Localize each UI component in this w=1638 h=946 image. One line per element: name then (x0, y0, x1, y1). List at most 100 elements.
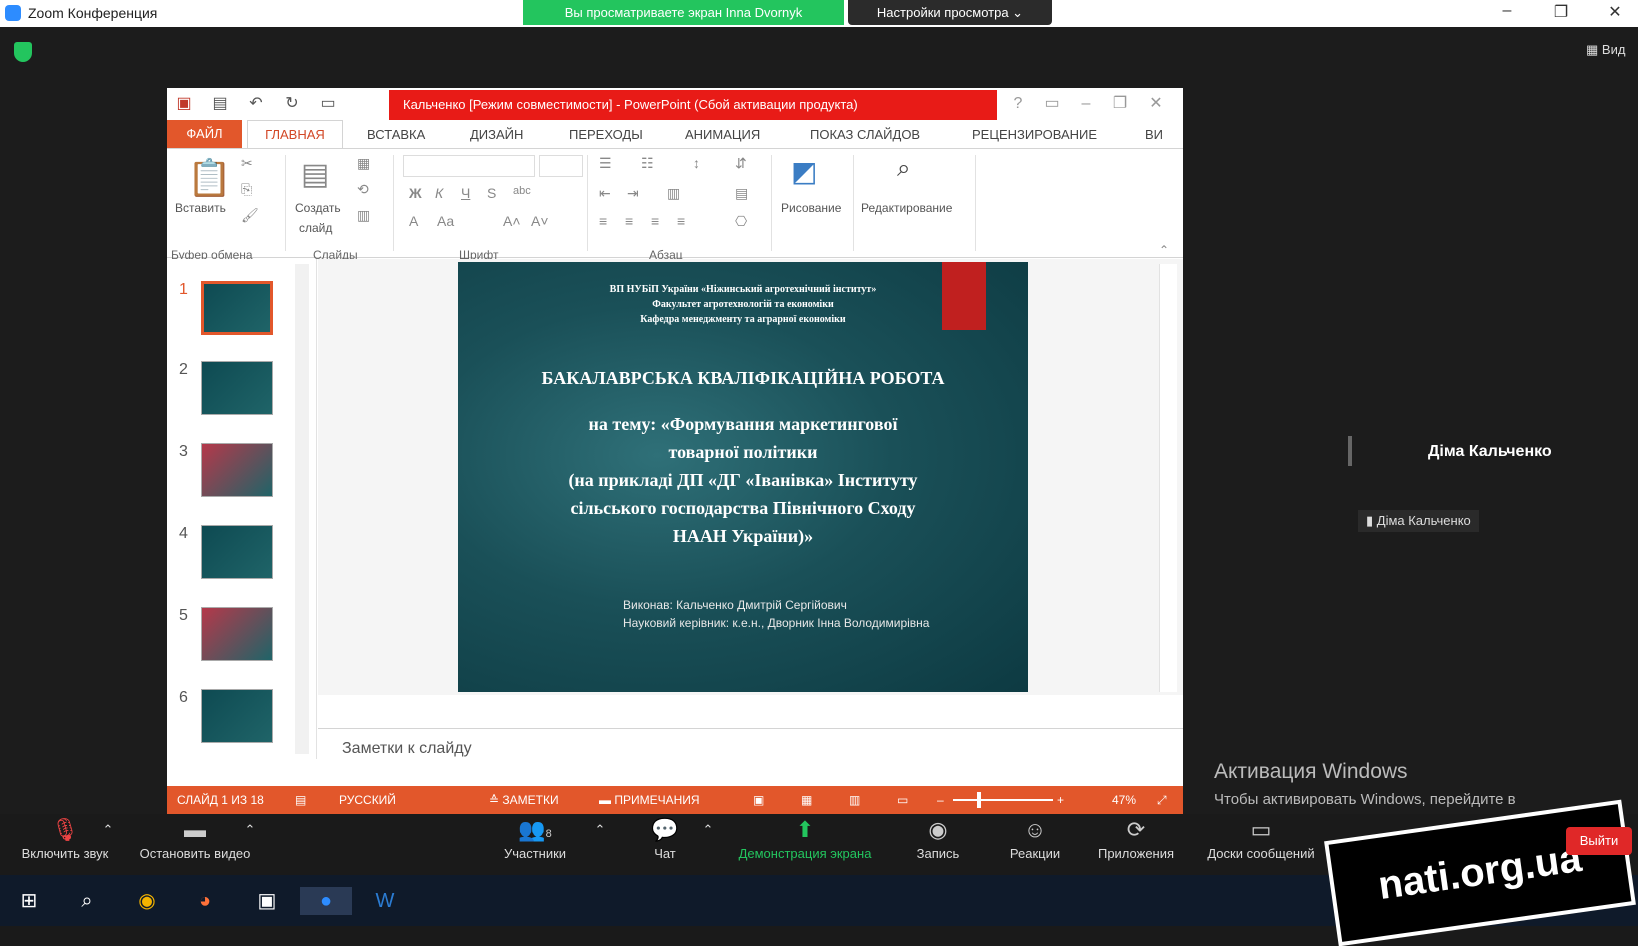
reset-icon[interactable]: ⟲ (357, 181, 369, 198)
thumbnail-scrollbar[interactable] (295, 264, 309, 754)
view-button[interactable]: ▦ Вид (1586, 42, 1625, 58)
comments-button[interactable]: ▬ ПРИМЕЧАНИЯ (599, 793, 700, 807)
bold-icon[interactable]: Ж (409, 185, 422, 201)
tab-file[interactable]: ФАЙЛ (167, 120, 242, 148)
copy-icon[interactable]: ⎘ (241, 181, 252, 198)
slide-thumbnail[interactable] (201, 525, 273, 579)
language-status[interactable]: РУССКИЙ (339, 793, 396, 807)
italic-icon[interactable]: К (435, 185, 443, 201)
shadow-icon[interactable]: S (487, 185, 496, 201)
teams-icon[interactable]: ▣ (252, 887, 282, 915)
collapse-ribbon-icon[interactable]: ⌃ (1159, 243, 1169, 257)
reading-view-icon[interactable]: ▥ (849, 793, 860, 807)
tab-design[interactable]: ДИЗАЙН (470, 127, 523, 142)
search-icon[interactable]: ⌕ (72, 887, 102, 915)
view-settings-button[interactable]: Настройки просмотра ⌄ (848, 0, 1052, 25)
restore-icon[interactable]: ❐ (1546, 2, 1576, 22)
smartart-icon[interactable]: ⎔ (735, 213, 747, 230)
windows-start-icon[interactable]: ⊞ (14, 887, 44, 915)
share-screen-button[interactable]: ⬆ Демонстрация экрана (730, 814, 880, 861)
drawing-icon[interactable]: ◩ (791, 155, 817, 188)
whiteboards-button[interactable]: ▭ Доски сообщений (1196, 814, 1326, 861)
font-color-icon[interactable]: A (409, 213, 418, 229)
create-slide-label-2[interactable]: слайд (299, 221, 332, 235)
align-right-icon[interactable]: ≡ (651, 213, 659, 229)
slide-sorter-icon[interactable]: ▦ (801, 793, 812, 807)
format-painter-icon[interactable]: 🖌 (241, 207, 259, 224)
help-icon[interactable]: ? (1009, 95, 1027, 113)
undo-icon[interactable]: ↶ (247, 95, 265, 113)
tab-view[interactable]: ВИ (1145, 127, 1163, 142)
zoom-slider-thumb[interactable] (977, 792, 981, 808)
editor-scrollbar[interactable] (1159, 264, 1177, 692)
layout-icon[interactable]: ▦ (357, 155, 370, 172)
tab-insert[interactable]: ВСТАВКА (367, 127, 425, 142)
notes-button[interactable]: ≙ ЗАМЕТКИ (489, 793, 559, 807)
zoom-taskbar-icon[interactable]: ● (300, 887, 352, 915)
tab-transitions[interactable]: ПЕРЕХОДЫ (569, 127, 643, 142)
paste-label[interactable]: Вставить (175, 201, 226, 215)
slide-thumbnail[interactable] (201, 361, 273, 415)
record-button[interactable]: ◉ Запись (905, 814, 971, 861)
audio-options-caret-icon[interactable]: ⌃ (98, 822, 118, 838)
zoom-slider[interactable] (953, 799, 1053, 801)
numbering-icon[interactable]: ☷ (641, 155, 654, 172)
participants-button[interactable]: 👥8 Участники (495, 814, 575, 861)
slide-thumbnail[interactable] (201, 443, 273, 497)
slide-thumbnail[interactable] (201, 689, 273, 743)
firefox-icon[interactable]: ◕ (190, 887, 220, 915)
current-slide[interactable]: ВП НУБіП України «Ніжинський агротехнічн… (458, 262, 1028, 692)
cut-icon[interactable]: ✂ (241, 155, 253, 172)
bullets-icon[interactable]: ☰ (599, 155, 612, 172)
normal-view-icon[interactable]: ▣ (753, 793, 764, 807)
slide-thumbnail[interactable] (201, 281, 273, 335)
ppt-close-icon[interactable]: ✕ (1147, 95, 1165, 113)
change-case-icon[interactable]: Aa (437, 213, 454, 229)
slide-thumbnail[interactable] (201, 607, 273, 661)
section-icon[interactable]: ▥ (357, 207, 370, 224)
slideshow-icon[interactable]: ▭ (319, 95, 337, 113)
create-slide-label-1[interactable]: Создать (295, 201, 341, 215)
strikethrough-icon[interactable]: abc (513, 185, 531, 197)
drawing-label[interactable]: Рисование (781, 201, 841, 215)
find-binoculars-icon[interactable]: ⌕ (897, 155, 910, 183)
paste-icon[interactable]: 📋 (187, 157, 232, 199)
slideshow-view-icon[interactable]: ▭ (897, 793, 908, 807)
exit-meeting-button[interactable]: Выйти (1566, 827, 1632, 855)
reactions-button[interactable]: ☺ Реакции (1000, 814, 1070, 861)
ribbon-display-icon[interactable]: ▭ (1043, 95, 1061, 113)
fit-slide-icon[interactable]: ⤢ (1157, 793, 1167, 808)
video-options-caret-icon[interactable]: ⌃ (240, 822, 260, 838)
participants-caret-icon[interactable]: ⌃ (590, 822, 610, 838)
word-icon[interactable]: W (370, 887, 400, 915)
editing-label[interactable]: Редактирование (861, 201, 952, 215)
zoom-out-icon[interactable]: – (937, 793, 944, 807)
decrease-indent-icon[interactable]: ⇤ (599, 185, 611, 202)
chrome-icon[interactable]: ◉ (132, 887, 162, 915)
font-size-select[interactable] (539, 155, 583, 177)
participant-panel-divider[interactable] (1348, 436, 1352, 466)
line-spacing-icon[interactable]: ↕ (693, 155, 700, 171)
save-icon[interactable]: ▤ (211, 95, 229, 113)
chat-caret-icon[interactable]: ⌃ (698, 822, 718, 838)
redo-icon[interactable]: ↻ (283, 95, 301, 113)
grow-font-icon[interactable]: A˄ (503, 213, 521, 229)
security-shield-icon[interactable] (14, 42, 32, 62)
zoom-level[interactable]: 47% (1112, 793, 1136, 807)
spellcheck-icon[interactable]: ▤ (295, 793, 306, 807)
align-center-icon[interactable]: ≡ (625, 213, 633, 229)
tab-review[interactable]: РЕЦЕНЗИРОВАНИЕ (972, 127, 1097, 142)
font-name-select[interactable] (403, 155, 535, 177)
shrink-font-icon[interactable]: A˅ (531, 213, 549, 229)
underline-icon[interactable]: Ч (461, 185, 470, 201)
minimize-icon[interactable]: – (1492, 2, 1522, 20)
ppt-minimize-icon[interactable]: – (1077, 95, 1095, 113)
text-direction-icon[interactable]: ⇵ (735, 155, 747, 172)
ppt-restore-icon[interactable]: ❐ (1111, 95, 1129, 113)
align-text-icon[interactable]: ▤ (735, 185, 748, 202)
tab-animation[interactable]: АНИМАЦИЯ (685, 127, 760, 142)
align-left-icon[interactable]: ≡ (599, 213, 607, 229)
columns-icon[interactable]: ▥ (667, 185, 680, 202)
tab-slideshow[interactable]: ПОКАЗ СЛАЙДОВ (810, 127, 920, 142)
apps-button[interactable]: ⟳ Приложения (1090, 814, 1182, 861)
